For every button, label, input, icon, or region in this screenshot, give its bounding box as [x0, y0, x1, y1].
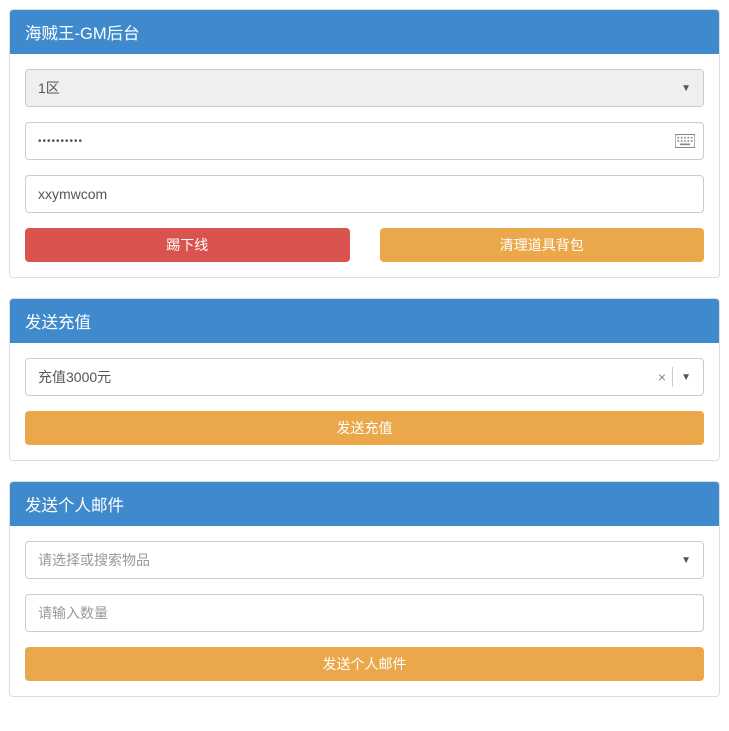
- zone-select-value: 1区: [38, 78, 60, 98]
- gm-panel-title: 海贼王-GM后台: [10, 10, 719, 54]
- kick-offline-button[interactable]: 踢下线: [25, 228, 350, 262]
- mail-panel: 发送个人邮件 请选择或搜索物品 ▼ 发送个人邮件: [9, 481, 720, 697]
- gm-panel: 海贼王-GM后台 1区 ▼ ••••••••••: [9, 9, 720, 278]
- item-select[interactable]: 请选择或搜索物品 ▼: [25, 541, 704, 579]
- send-recharge-button[interactable]: 发送充值: [25, 411, 704, 445]
- password-value: ••••••••••: [38, 136, 667, 147]
- password-input[interactable]: ••••••••••: [25, 122, 704, 160]
- mail-panel-title: 发送个人邮件: [10, 482, 719, 526]
- clear-icon[interactable]: ×: [658, 369, 666, 385]
- recharge-panel-title: 发送充值: [10, 299, 719, 343]
- quantity-input[interactable]: [25, 594, 704, 632]
- recharge-select-value: 充值3000元: [38, 367, 111, 387]
- zone-select[interactable]: 1区 ▼: [25, 69, 704, 107]
- recharge-select[interactable]: 充值3000元 × ▼: [25, 358, 704, 396]
- chevron-down-icon: ▼: [681, 83, 691, 94]
- chevron-down-icon: ▼: [672, 367, 691, 387]
- recharge-panel: 发送充值 充值3000元 × ▼ 发送充值: [9, 298, 720, 461]
- recharge-panel-body: 充值3000元 × ▼ 发送充值: [10, 343, 719, 460]
- clear-bag-button[interactable]: 清理道具背包: [380, 228, 705, 262]
- item-select-placeholder: 请选择或搜索物品: [38, 550, 150, 570]
- send-mail-button[interactable]: 发送个人邮件: [25, 647, 704, 681]
- keyboard-icon: [675, 134, 695, 148]
- username-input[interactable]: [25, 175, 704, 213]
- gm-button-row: 踢下线 清理道具背包: [25, 228, 704, 262]
- gm-panel-body: 1区 ▼ •••••••••• 踢下线 清理道具背包: [10, 54, 719, 277]
- mail-panel-body: 请选择或搜索物品 ▼ 发送个人邮件: [10, 526, 719, 696]
- recharge-select-controls: × ▼: [658, 367, 691, 387]
- chevron-down-icon: ▼: [681, 555, 691, 566]
